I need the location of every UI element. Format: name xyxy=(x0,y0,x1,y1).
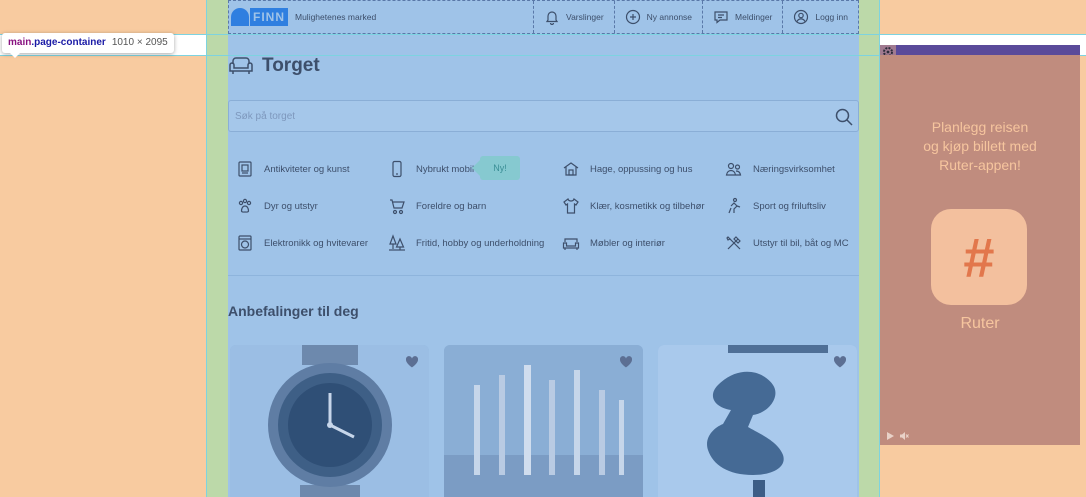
sofa-icon xyxy=(562,238,580,250)
paw-icon xyxy=(238,198,252,213)
category-garden-house[interactable]: Hage, oppussing og hus xyxy=(562,159,692,179)
page-container: FINN Mulighetenes marked Varslinger Ny a… xyxy=(228,0,859,497)
trees-icon xyxy=(389,234,405,251)
page-title: Torget xyxy=(262,55,320,76)
category-label: Næringsvirksomhet xyxy=(753,163,835,175)
search-icon[interactable] xyxy=(834,107,854,127)
site-header: FINN Mulighetenes marked Varslinger Ny a… xyxy=(228,0,859,34)
page-heading: Torget xyxy=(228,55,320,77)
bell-icon xyxy=(545,11,559,25)
ad-controls xyxy=(885,431,909,441)
message-icon xyxy=(714,11,728,24)
search-input[interactable] xyxy=(235,101,825,131)
category-grid: Antikviteter og kunst Nybrukt mobil Ny! … xyxy=(228,150,859,262)
inspector-tooltip: main.page-container 1010 × 2095 xyxy=(2,33,174,58)
category-furniture-interior[interactable]: Møbler og interiør xyxy=(562,233,665,253)
frame-icon xyxy=(238,161,252,177)
guide-line-left xyxy=(206,0,207,497)
category-label: Klær, kosmetikk og tilbehør xyxy=(590,200,705,212)
inspector-dimensions: 1010 × 2095 xyxy=(111,37,168,48)
ad-brand: Ruter xyxy=(960,315,1000,332)
house-icon xyxy=(563,162,579,176)
category-parents-kids[interactable]: Foreldre og barn xyxy=(388,196,486,216)
nav-messages[interactable]: Meldinger xyxy=(702,1,782,33)
inspector-class: .page-container xyxy=(31,37,106,48)
stroller-icon xyxy=(390,199,405,215)
category-label: Fritid, hobby og underholdning xyxy=(416,237,545,249)
heart-icon[interactable] xyxy=(833,355,847,369)
padding-left-overlay xyxy=(206,0,228,497)
category-label: Nybrukt mobil xyxy=(416,163,475,175)
category-electronics[interactable]: Elektronikk og hvitevarer xyxy=(236,233,368,253)
ruter-logo: # xyxy=(931,209,1027,305)
category-label: Antikviteter og kunst xyxy=(264,163,350,175)
category-label: Elektronikk og hvitevarer xyxy=(264,237,369,249)
search-box xyxy=(228,100,859,132)
nav-new-ad[interactable]: Ny annonse xyxy=(613,1,702,33)
category-label: Utstyr til bil, båt og MC xyxy=(753,237,849,249)
nav-new-ad-label: Ny annonse xyxy=(646,12,693,22)
recommendation-card-chair[interactable] xyxy=(658,345,857,497)
ad-headline: Planlegg reisen og kjøp billett med Rute… xyxy=(923,119,1037,173)
category-label: Møbler og interiør xyxy=(590,237,665,249)
ruter-ad[interactable]: Planlegg reisen og kjøp billett med Rute… xyxy=(880,55,1080,445)
candlesticks-image xyxy=(444,345,643,497)
nav-notifications[interactable]: Varslinger xyxy=(533,1,614,33)
category-label: Sport og friluftsliv xyxy=(753,200,826,212)
category-sports-outdoor[interactable]: Sport og friluftsliv xyxy=(725,196,826,216)
top-nav: Varslinger Ny annonse Meldinger Logg inn xyxy=(533,1,858,33)
tools-icon xyxy=(726,236,741,250)
category-label: Hage, oppussing og hus xyxy=(590,163,693,175)
recommendations-title: Anbefalinger til deg xyxy=(228,303,359,319)
nav-login[interactable]: Logg inn xyxy=(782,1,858,33)
nav-messages-label: Meldinger xyxy=(735,12,773,22)
category-label: Foreldre og barn xyxy=(416,200,487,212)
section-divider xyxy=(228,275,859,276)
mute-icon[interactable] xyxy=(899,431,909,441)
tagline: Mulighetenes marked xyxy=(295,12,377,22)
category-antiques-art[interactable]: Antikviteter og kunst xyxy=(236,159,350,179)
washing-machine-icon xyxy=(238,235,252,251)
phone-icon xyxy=(392,160,402,178)
heart-icon[interactable] xyxy=(405,355,419,369)
watch-image xyxy=(230,345,429,497)
category-leisure-hobby[interactable]: Fritid, hobby og underholdning xyxy=(388,233,544,253)
sofa-icon xyxy=(229,57,253,74)
bike-icon xyxy=(728,197,741,214)
category-business[interactable]: Næringsvirksomhet xyxy=(725,159,835,179)
inspector-tag: main xyxy=(8,37,32,48)
user-circle-icon xyxy=(794,9,809,25)
play-icon[interactable] xyxy=(885,431,895,441)
category-used-mobile[interactable]: Nybrukt mobil xyxy=(388,159,474,179)
nav-notifications-label: Varslinger xyxy=(566,12,604,22)
people-icon xyxy=(725,162,742,176)
finn-logo-mark xyxy=(231,8,249,26)
category-label: Dyr og utstyr xyxy=(264,200,318,212)
finn-logo[interactable]: FINN Mulighetenes marked xyxy=(229,0,376,34)
chair-image xyxy=(658,345,857,497)
plus-circle-icon xyxy=(625,9,640,25)
heart-icon[interactable] xyxy=(619,355,633,369)
new-badge: Ny! xyxy=(472,156,520,180)
category-vehicle-equipment[interactable]: Utstyr til bil, båt og MC xyxy=(725,233,849,253)
category-animals[interactable]: Dyr og utstyr xyxy=(236,196,318,216)
nav-login-label: Logg inn xyxy=(815,12,848,22)
category-clothes-cosmetics[interactable]: Klær, kosmetikk og tilbehør xyxy=(562,196,705,216)
finn-logo-text: FINN xyxy=(250,8,288,26)
recommendation-card-watch[interactable] xyxy=(230,345,429,497)
padding-right-overlay xyxy=(859,0,880,497)
ad-top-bar xyxy=(880,45,1080,55)
recommendation-card-candlesticks[interactable] xyxy=(444,345,643,497)
shirt-icon xyxy=(563,198,579,214)
